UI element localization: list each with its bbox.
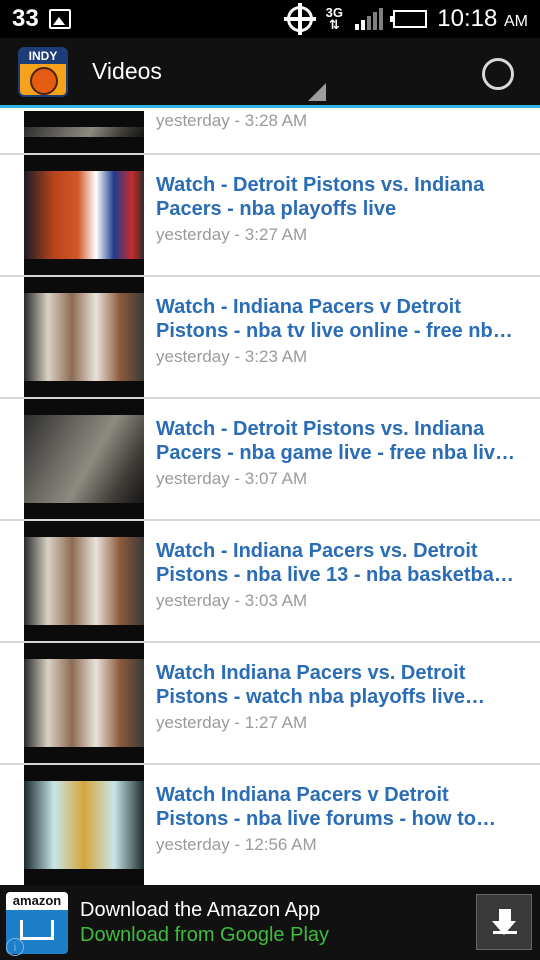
video-timestamp: yesterday - 12:56 AM: [156, 835, 317, 854]
video-list-item[interactable]: Watch Indiana Pacers v Detroit Pistons -…: [0, 765, 540, 885]
ad-text[interactable]: Download the Amazon App Download from Go…: [80, 899, 329, 947]
notification-count: 33: [12, 5, 39, 32]
video-info: Watch - Indiana Pacers v Detroit Pistons…: [156, 295, 516, 367]
refresh-icon[interactable]: [482, 58, 514, 90]
video-thumbnail[interactable]: [24, 277, 144, 397]
video-info: Watch - Detroit Pistons vs. Indiana Pace…: [156, 173, 516, 245]
video-title[interactable]: Watch - Indiana Pacers vs. Detroit Pisto…: [156, 539, 516, 587]
video-thumbnail[interactable]: [24, 765, 144, 885]
video-list-item[interactable]: Watch Indiana Pacers vs. Detroit Pistons…: [0, 643, 540, 765]
thumbnail-frame: [24, 171, 144, 259]
ad-info-icon[interactable]: i: [6, 938, 24, 956]
video-thumbnail[interactable]: [24, 155, 144, 275]
video-timestamp: yesterday - 3:07 AM: [156, 469, 308, 488]
video-timestamp: yesterday - 1:27 AM: [156, 713, 308, 732]
thumbnail-frame: [24, 537, 144, 625]
download-button[interactable]: [476, 894, 532, 950]
image-notification-icon: [48, 9, 71, 29]
dropdown-indicator-icon[interactable]: [308, 83, 326, 101]
ad-banner[interactable]: amazon Download the Amazon App Download …: [0, 885, 540, 960]
shopping-cart-icon: [20, 919, 54, 940]
video-info: Watch Indiana Pacers v Detroit Pistons -…: [156, 783, 516, 855]
clock-time: 10:18: [437, 5, 498, 32]
ad-headline: Download the Amazon App: [80, 898, 321, 921]
network-type-label: 3G: [325, 5, 343, 20]
video-thumbnail[interactable]: [24, 111, 144, 153]
video-title[interactable]: Watch Indiana Pacers vs. Detroit Pistons…: [156, 661, 516, 709]
basketball-icon: [30, 66, 58, 95]
video-title[interactable]: Watch - Indiana Pacers v Detroit Pistons…: [156, 295, 516, 343]
ad-subline: Download from Google Play: [80, 923, 330, 946]
video-timestamp: yesterday - 3:23 AM: [156, 347, 308, 366]
video-thumbnail[interactable]: [24, 643, 144, 763]
video-info: Watch - Indiana Pacers vs. Detroit Pisto…: [156, 539, 516, 611]
thumbnail-frame: [24, 659, 144, 747]
battery-icon: [390, 10, 428, 28]
thumbnail-frame: [24, 127, 144, 137]
download-arrow-icon: [499, 909, 511, 921]
gps-icon: [284, 3, 317, 35]
clock-ampm: AM: [504, 13, 528, 30]
thumbnail-frame: [24, 781, 144, 869]
video-list-item[interactable]: Watch - Detroit Pistons vs. Indiana Pace…: [0, 155, 540, 277]
video-list[interactable]: yesterday - 3:28 AM Watch - Detroit Pisto…: [0, 111, 540, 885]
video-list-item[interactable]: yesterday - 3:28 AM: [0, 111, 540, 155]
amazon-logo-text: amazon: [6, 891, 68, 910]
clock: 10:18 AM: [437, 5, 528, 33]
network-type-icon: 3G ⇅: [325, 5, 343, 32]
video-timestamp: yesterday - 3:27 AM: [156, 225, 308, 244]
video-title[interactable]: Watch - Detroit Pistons vs. Indiana Pace…: [156, 417, 516, 465]
app-logo[interactable]: INDY: [18, 46, 68, 97]
video-info: Watch - Detroit Pistons vs. Indiana Pace…: [156, 417, 516, 489]
video-title[interactable]: Watch - Detroit Pistons vs. Indiana Pace…: [156, 173, 516, 221]
video-timestamp: yesterday - 3:03 AM: [156, 591, 308, 610]
thumbnail-frame: [24, 415, 144, 503]
page-title[interactable]: Videos: [92, 58, 162, 85]
video-timestamp: yesterday - 3:28 AM: [156, 111, 308, 130]
video-thumbnail[interactable]: [24, 399, 144, 519]
app-logo-text: INDY: [20, 48, 66, 64]
status-bar: 33 3G ⇅ 10:18 AM: [0, 0, 540, 38]
thumbnail-frame: [24, 293, 144, 381]
video-list-item[interactable]: Watch - Detroit Pistons vs. Indiana Pace…: [0, 399, 540, 521]
action-bar: INDY Videos: [0, 38, 540, 108]
video-title[interactable]: Watch Indiana Pacers v Detroit Pistons -…: [156, 783, 516, 831]
video-list-item[interactable]: Watch - Indiana Pacers v Detroit Pistons…: [0, 277, 540, 399]
video-info: Watch Indiana Pacers vs. Detroit Pistons…: [156, 661, 516, 733]
signal-icon: [355, 8, 384, 30]
video-list-item[interactable]: Watch - Indiana Pacers vs. Detroit Pisto…: [0, 521, 540, 643]
video-info: yesterday - 3:28 AM: [156, 111, 516, 131]
video-thumbnail[interactable]: [24, 521, 144, 641]
